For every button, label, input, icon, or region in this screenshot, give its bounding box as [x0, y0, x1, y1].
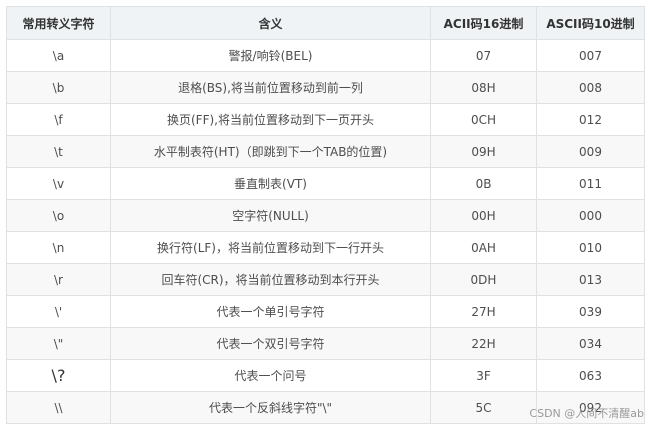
cell-escape-char: \" [6, 327, 111, 360]
escape-char-table-container: 常用转义字符 含义 ACII码16进制 ASCII码10进制 \a 警报/响铃(… [6, 6, 645, 424]
cell-decimal: 012 [536, 103, 645, 136]
cell-escape-char: \o [6, 199, 111, 232]
cell-meaning: 空字符(NULL) [110, 199, 431, 232]
cell-escape-char: \b [6, 71, 111, 104]
cell-decimal: 011 [536, 167, 645, 200]
table-header-row: 常用转义字符 含义 ACII码16进制 ASCII码10进制 [6, 6, 645, 40]
cell-escape-char: \' [6, 295, 111, 328]
cell-meaning: 换页(FF),将当前位置移动到下一页开头 [110, 103, 431, 136]
table-row: \f 换页(FF),将当前位置移动到下一页开头 0CH 012 [6, 103, 645, 136]
table-row: \n 换行符(LF)，将当前位置移动到下一行开头 0AH 010 [6, 231, 645, 264]
cell-hex: 0AH [430, 231, 537, 264]
table-row: \t 水平制表符(HT)（即跳到下一个TAB的位置) 09H 009 [6, 135, 645, 168]
header-meaning: 含义 [110, 6, 431, 40]
table-row: \' 代表一个单引号字符 27H 039 [6, 295, 645, 328]
cell-hex: 0DH [430, 263, 537, 296]
cell-escape-char: \a [6, 39, 111, 72]
cell-decimal: 000 [536, 199, 645, 232]
cell-escape-char: \v [6, 167, 111, 200]
cell-meaning: 水平制表符(HT)（即跳到下一个TAB的位置) [110, 135, 431, 168]
cell-hex: 0CH [430, 103, 537, 136]
cell-meaning: 回车符(CR)，将当前位置移动到本行开头 [110, 263, 431, 296]
cell-meaning: 警报/响铃(BEL) [110, 39, 431, 72]
cell-meaning: 垂直制表(VT) [110, 167, 431, 200]
cell-hex: 00H [430, 199, 537, 232]
cell-hex: 09H [430, 135, 537, 168]
cell-hex: 0B [430, 167, 537, 200]
cell-meaning: 代表一个双引号字符 [110, 327, 431, 360]
cell-escape-char: \r [6, 263, 111, 296]
cell-hex: 08H [430, 71, 537, 104]
cell-escape-char: \t [6, 135, 111, 168]
cell-meaning: 换行符(LF)，将当前位置移动到下一行开头 [110, 231, 431, 264]
table-row: \b 退格(BS),将当前位置移动到前一列 08H 008 [6, 71, 645, 104]
table-row: \o 空字符(NULL) 00H 000 [6, 199, 645, 232]
cell-hex: 22H [430, 327, 537, 360]
cell-decimal: 007 [536, 39, 645, 72]
watermark-text: CSDN @人间不清醒ab [529, 407, 644, 420]
escape-char-table: 常用转义字符 含义 ACII码16进制 ASCII码10进制 \a 警报/响铃(… [6, 6, 645, 424]
cell-hex: 5C [430, 391, 537, 424]
cell-decimal: 010 [536, 231, 645, 264]
header-escape-char: 常用转义字符 [6, 6, 111, 40]
cell-hex: 3F [430, 359, 537, 392]
cell-decimal: 013 [536, 263, 645, 296]
cell-escape-char: \f [6, 103, 111, 136]
cell-escape-char: \? [6, 359, 111, 392]
table-row: \" 代表一个双引号字符 22H 034 [6, 327, 645, 360]
cell-hex: 07 [430, 39, 537, 72]
table-row: \v 垂直制表(VT) 0B 011 [6, 167, 645, 200]
table-row: \a 警报/响铃(BEL) 07 007 [6, 39, 645, 72]
table-row: \r 回车符(CR)，将当前位置移动到本行开头 0DH 013 [6, 263, 645, 296]
cell-decimal: 039 [536, 295, 645, 328]
cell-decimal: 063 [536, 359, 645, 392]
cell-hex: 27H [430, 295, 537, 328]
cell-decimal: 034 [536, 327, 645, 360]
cell-meaning: 代表一个问号 [110, 359, 431, 392]
header-decimal: ASCII码10进制 [536, 6, 645, 40]
cell-meaning: 代表一个反斜线字符"\" [110, 391, 431, 424]
cell-decimal: 008 [536, 71, 645, 104]
cell-escape-char: \\ [6, 391, 111, 424]
cell-meaning: 退格(BS),将当前位置移动到前一列 [110, 71, 431, 104]
cell-meaning: 代表一个单引号字符 [110, 295, 431, 328]
cell-decimal: 009 [536, 135, 645, 168]
cell-escape-char: \n [6, 231, 111, 264]
header-hex: ACII码16进制 [430, 6, 537, 40]
table-row: \? 代表一个问号 3F 063 [6, 359, 645, 392]
